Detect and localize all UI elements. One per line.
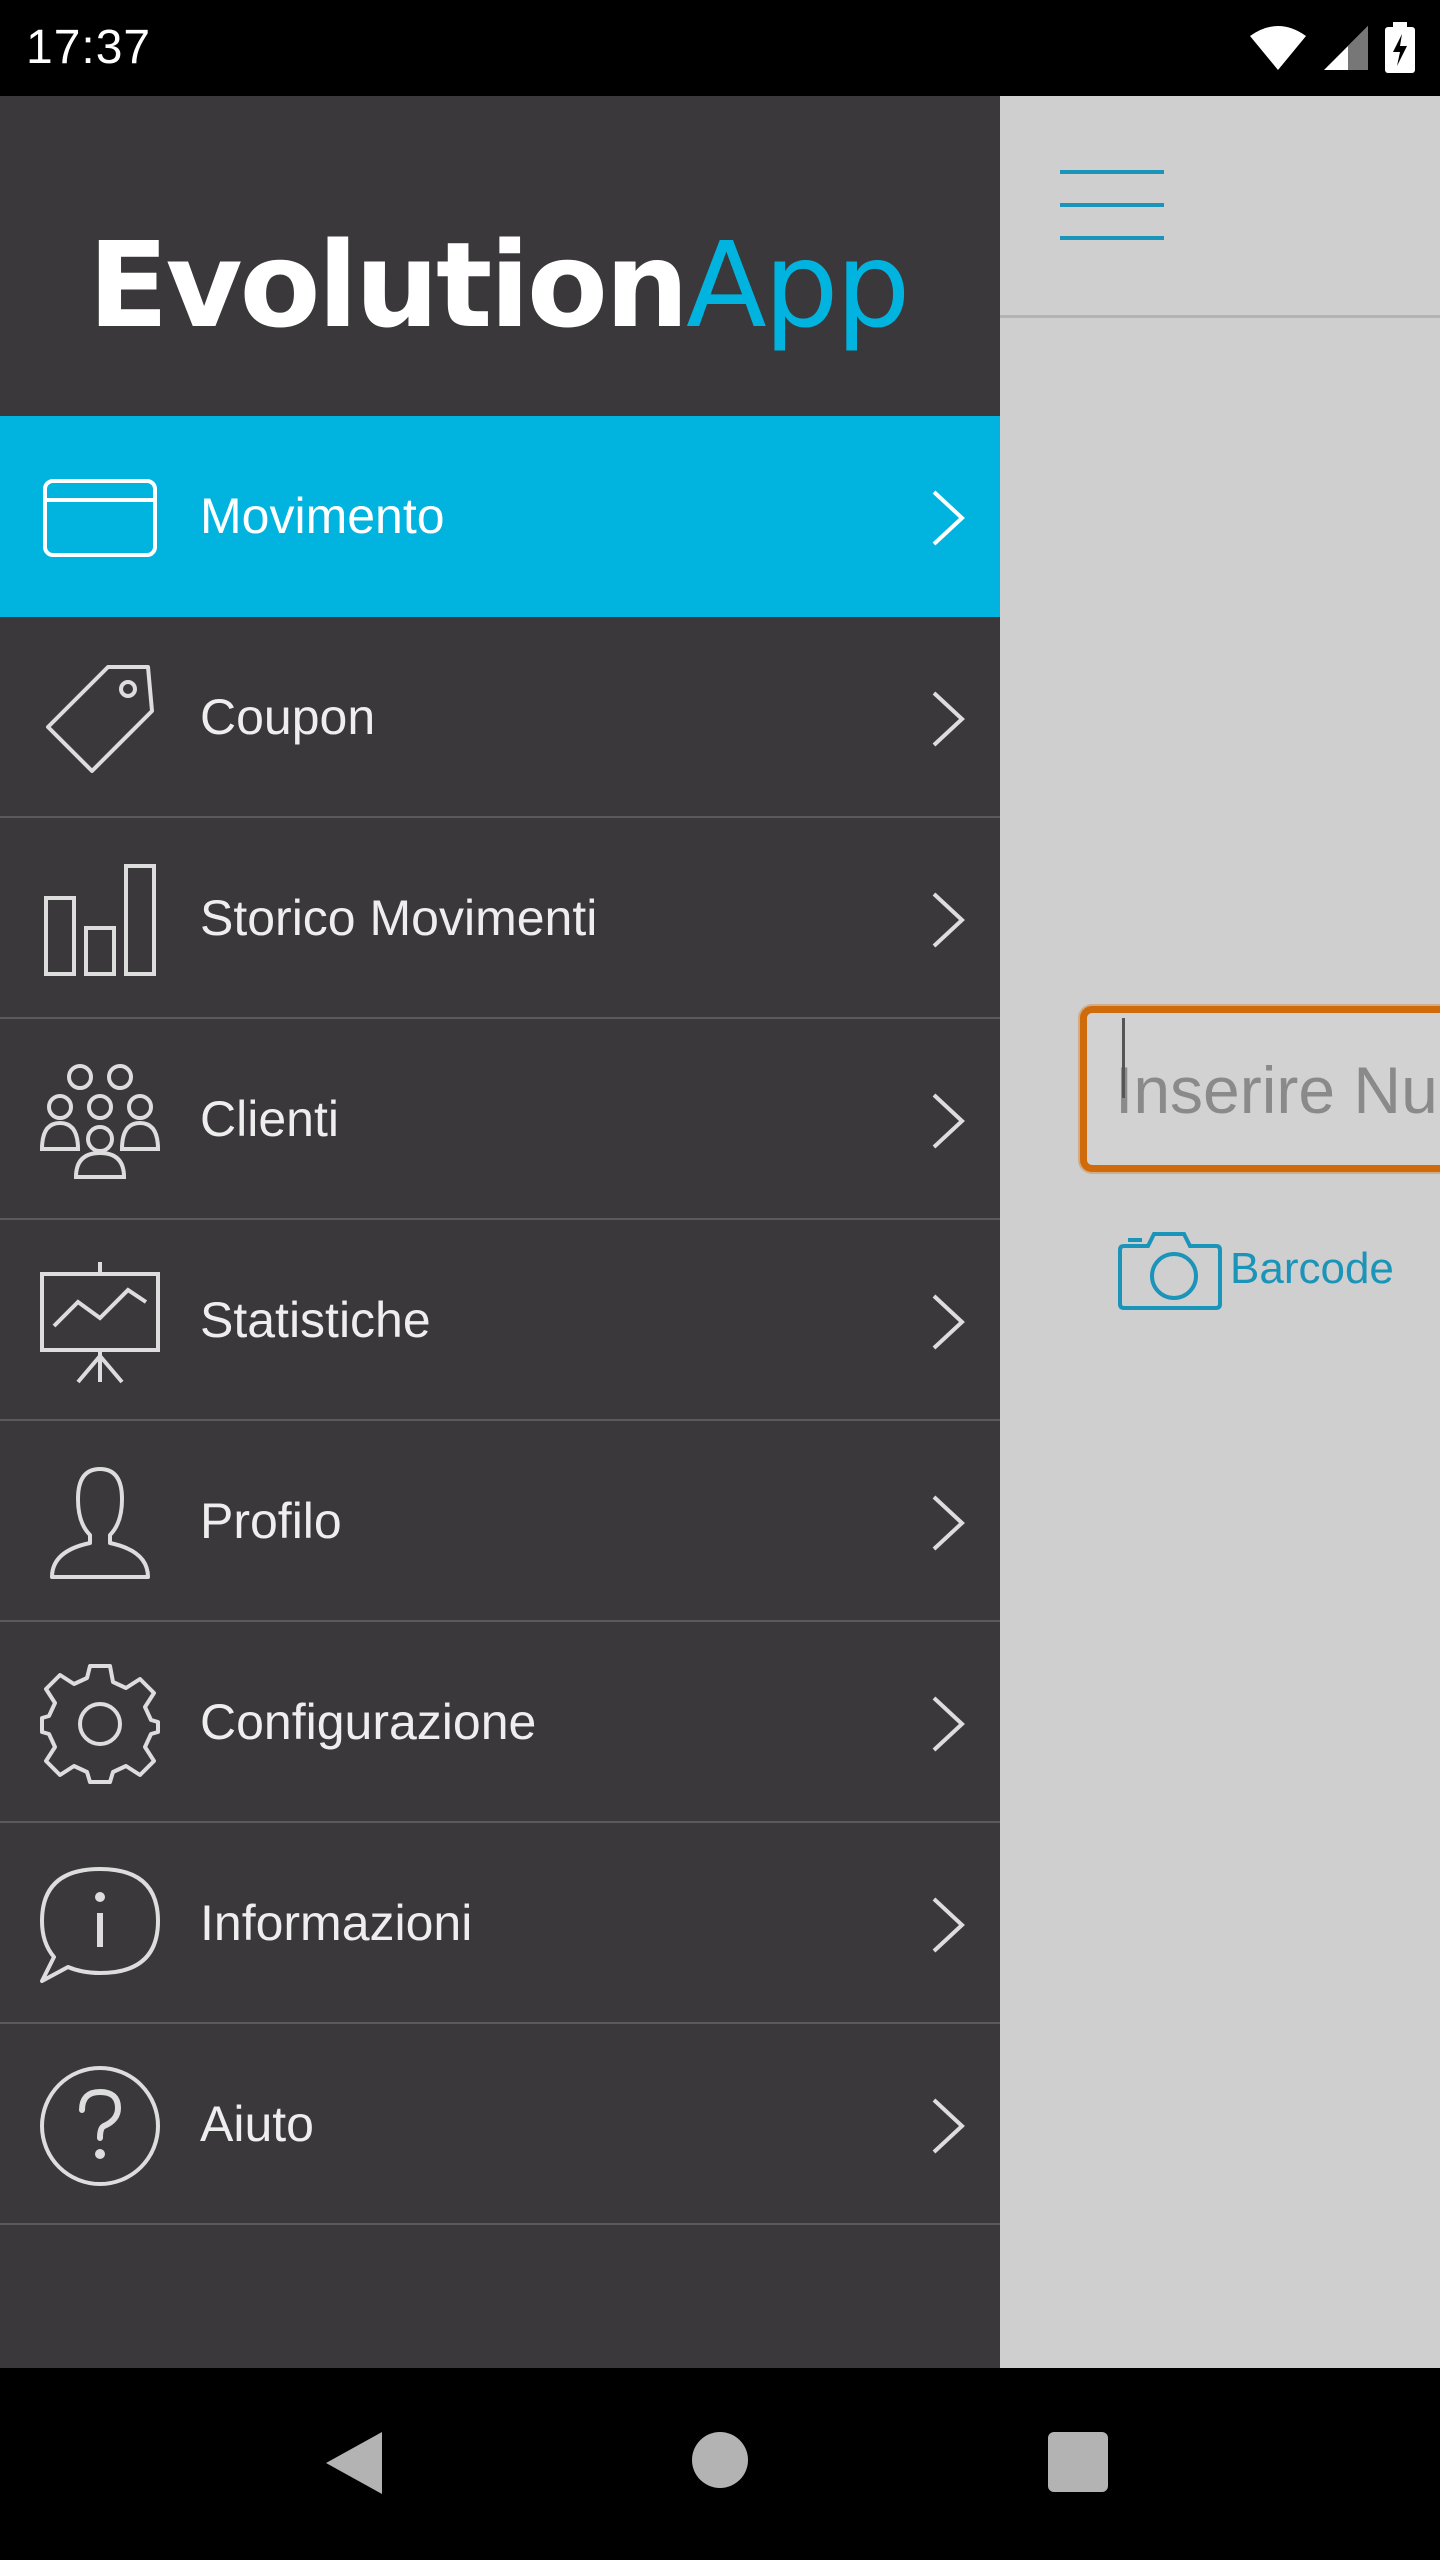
- group-icon: [36, 1057, 164, 1185]
- chevron-right-icon: [932, 490, 965, 546]
- logo-part-app: App: [685, 216, 911, 354]
- barcode-button[interactable]: Barcode: [1118, 1226, 1394, 1312]
- recent-apps-icon[interactable]: [1048, 2432, 1108, 2492]
- bar-chart-icon: [36, 856, 164, 984]
- menu-item-profilo[interactable]: Profilo: [0, 1421, 1000, 1622]
- chevron-right-icon: [932, 1093, 965, 1149]
- navigation-bar: [0, 2368, 1440, 2560]
- menu-item-label: Informazioni: [200, 1894, 473, 1951]
- gear-icon: [36, 1660, 164, 1788]
- hamburger-menu-icon[interactable]: [1060, 170, 1164, 240]
- app-logo: EvolutionApp: [88, 226, 911, 344]
- camera-icon: [1118, 1232, 1222, 1310]
- home-icon[interactable]: [692, 2432, 748, 2488]
- navigation-drawer: EvolutionApp Movimento Coupon Storico Mo…: [0, 96, 1000, 2368]
- chevron-right-icon: [932, 1495, 965, 1551]
- menu-item-label: Configurazione: [200, 1693, 537, 1750]
- menu-item-statistiche[interactable]: Statistiche: [0, 1220, 1000, 1421]
- menu-item-aiuto[interactable]: Aiuto: [0, 2024, 1000, 2225]
- signal-icon: [1324, 26, 1368, 70]
- status-icons: [1248, 22, 1416, 74]
- chevron-right-icon: [932, 1294, 965, 1350]
- menu-item-clienti[interactable]: Clienti: [0, 1019, 1000, 1220]
- menu-item-label: Aiuto: [200, 2095, 314, 2152]
- menu-item-informazioni[interactable]: Informazioni: [0, 1823, 1000, 2024]
- barcode-label: Barcode: [1230, 1244, 1394, 1293]
- chevron-right-icon: [932, 1696, 965, 1752]
- help-icon: [36, 2062, 164, 2190]
- menu-item-storico-movimenti[interactable]: Storico Movimenti: [0, 818, 1000, 1019]
- menu-item-movimento[interactable]: Movimento: [0, 416, 1000, 617]
- info-bubble-icon: [36, 1861, 164, 1989]
- status-time: 17:37: [26, 21, 152, 74]
- menu-item-label: Coupon: [200, 688, 376, 745]
- status-bar: 17:37: [0, 0, 1440, 96]
- menu-item-label: Profilo: [200, 1492, 342, 1549]
- menu-item-label: Movimento: [200, 487, 445, 544]
- text-caret: [1122, 1018, 1125, 1098]
- presentation-chart-icon: [36, 1258, 164, 1386]
- drawer-menu: Movimento Coupon Storico Movimenti Clien…: [0, 416, 1000, 2225]
- menu-item-label: Storico Movimenti: [200, 889, 598, 946]
- menu-item-label: Clienti: [200, 1090, 339, 1147]
- user-icon: [36, 1459, 164, 1587]
- card-icon: [36, 454, 164, 582]
- menu-item-label: Statistiche: [200, 1291, 431, 1348]
- chevron-right-icon: [932, 2098, 965, 2154]
- chevron-right-icon: [932, 892, 965, 948]
- card-number-input[interactable]: [1111, 1035, 1440, 1145]
- menu-item-coupon[interactable]: Coupon: [0, 617, 1000, 818]
- menu-item-configurazione[interactable]: Configurazione: [0, 1622, 1000, 1823]
- drawer-header: EvolutionApp: [0, 96, 1000, 416]
- battery-charging-icon: [1385, 22, 1415, 73]
- tag-icon: [36, 655, 164, 783]
- logo-part-evolution: Evolution: [88, 216, 689, 354]
- back-icon[interactable]: [322, 2430, 384, 2496]
- chevron-right-icon: [932, 1897, 965, 1953]
- wifi-icon: [1250, 26, 1306, 70]
- card-number-input-frame: [1080, 1006, 1440, 1172]
- chevron-right-icon: [932, 691, 965, 747]
